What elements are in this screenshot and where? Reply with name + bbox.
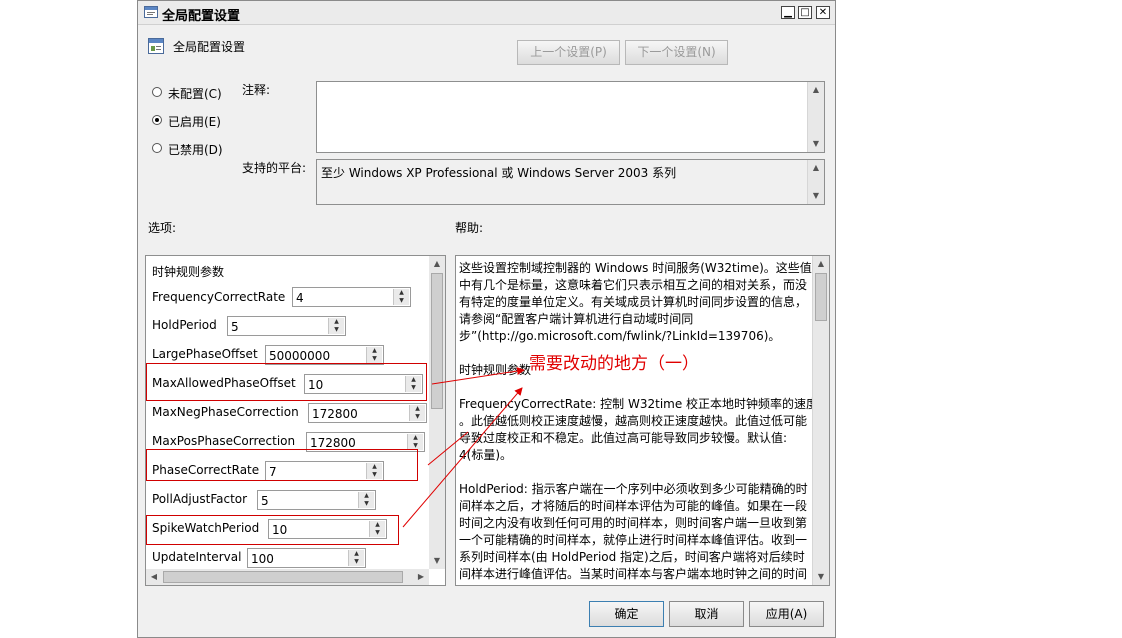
annotation-arrows	[402, 367, 525, 528]
annotation-arrow	[431, 367, 525, 385]
annotation-text: 需要改动的地方（一）	[529, 354, 699, 374]
annotation-arrow	[402, 387, 523, 528]
annotation-arrow	[427, 431, 469, 466]
